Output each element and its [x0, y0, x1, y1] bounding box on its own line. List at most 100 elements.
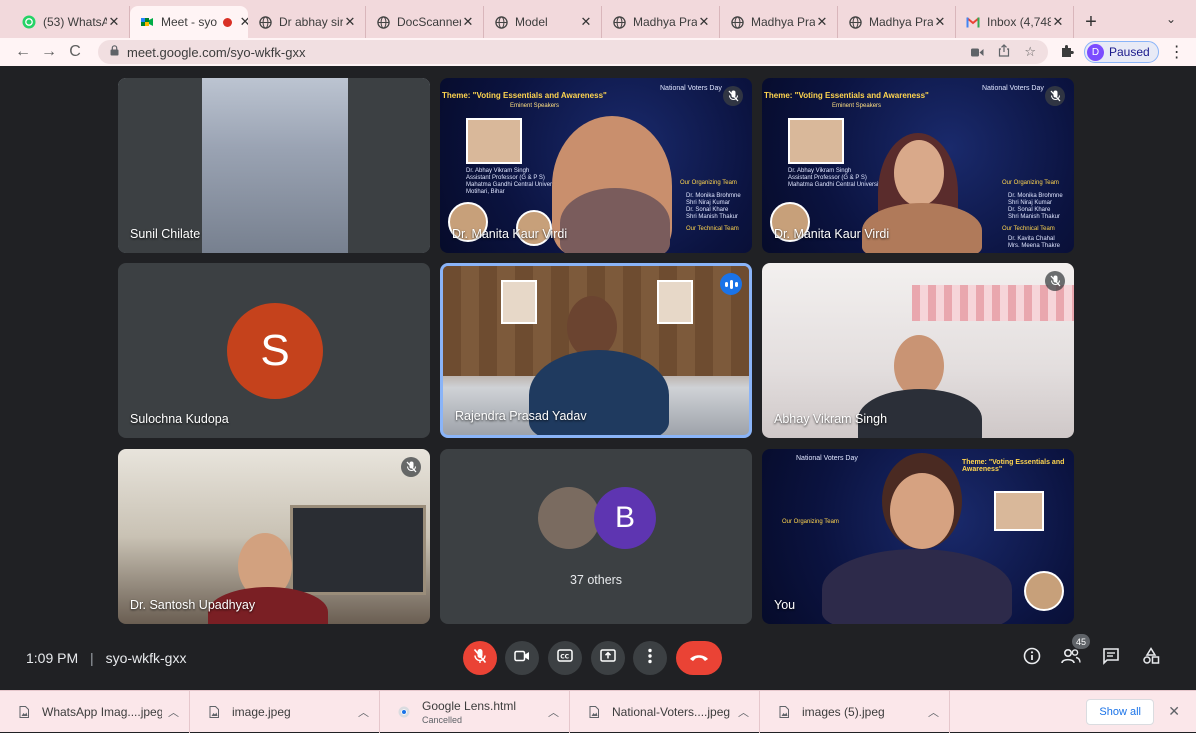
tab-madhya-pradesh-1[interactable]: Madhya Prade ✕	[602, 6, 720, 38]
mic-off-icon	[401, 457, 421, 477]
tab-model[interactable]: Model ✕	[484, 6, 602, 38]
chat-button[interactable]	[1099, 646, 1123, 670]
speaker-photo	[466, 118, 522, 164]
share-icon[interactable]	[998, 44, 1010, 60]
activities-button[interactable]	[1139, 646, 1163, 670]
close-icon[interactable]: ✕	[1051, 14, 1065, 30]
tab-title: Dr abhay sir in	[279, 15, 343, 29]
chevron-up-icon[interactable]: ︿	[928, 704, 939, 720]
close-icon[interactable]: ✕	[815, 14, 829, 30]
participant-avatar: S	[227, 303, 323, 399]
globe-icon	[730, 15, 744, 29]
poster-team-member: Dr. Sonal Khare	[1008, 207, 1051, 213]
camera-toggle-button[interactable]	[505, 641, 539, 675]
close-icon[interactable]: ✕	[461, 14, 475, 30]
people-button[interactable]	[1059, 646, 1083, 670]
chevron-up-icon[interactable]: ︿	[358, 704, 369, 720]
tab-title: Madhya Prade	[869, 15, 933, 29]
tab-title: Inbox (4,748)	[987, 15, 1051, 29]
download-item[interactable]: image.jpeg ︿	[190, 690, 380, 733]
poster-speaker-univ: Mahatma Gandhi Central University	[466, 182, 562, 188]
mic-toggle-button[interactable]	[463, 641, 497, 675]
close-icon[interactable]: ✕	[933, 14, 947, 30]
download-item[interactable]: WhatsApp Imag....jpeg ︿	[0, 690, 190, 733]
new-tab-button[interactable]: +	[1074, 6, 1108, 38]
profile-paused-button[interactable]: D Paused	[1084, 41, 1159, 63]
chevron-up-icon[interactable]: ︿	[168, 704, 179, 720]
poster-team-member: Shri Niraj Kumar	[1008, 200, 1053, 206]
tab-gmail-inbox[interactable]: Inbox (4,748) ✕	[956, 6, 1074, 38]
download-item[interactable]: Google Lens.html Cancelled ︿	[380, 690, 570, 733]
url-text: meet.google.com/syo-wkfk-gxx	[127, 44, 306, 60]
globe-icon	[494, 15, 508, 29]
close-icon[interactable]: ✕	[697, 14, 711, 30]
tab-docscanner[interactable]: DocScanner 2 ✕	[366, 6, 484, 38]
back-icon[interactable]: ←	[10, 43, 36, 61]
call-end-icon	[689, 649, 709, 667]
tab-madhya-pradesh-3[interactable]: Madhya Prade ✕	[838, 6, 956, 38]
browser-tab-strip: (53) WhatsApp ✕ Meet - syo ✕ Dr abhay si…	[0, 0, 1196, 38]
download-item[interactable]: images (5).jpeg ︿	[760, 690, 950, 733]
self-tile[interactable]: National Voters Day Theme: "Voting Essen…	[762, 449, 1074, 624]
closed-captions-icon: CC	[557, 649, 573, 667]
close-icon[interactable]: ✕	[1168, 703, 1180, 720]
participant-tile[interactable]: Sunil Chilate	[118, 78, 430, 253]
meeting-details-button[interactable]	[1020, 646, 1044, 670]
poster-tech-member: Mrs. Meena Thakre	[1008, 243, 1060, 249]
poster-team-member: Dr. Sonal Khare	[686, 207, 729, 213]
tab-dr-abhay[interactable]: Dr abhay sir in ✕	[248, 6, 366, 38]
participant-tile[interactable]: Dr. Santosh Upadhyay	[118, 449, 430, 624]
download-item[interactable]: National-Voters....jpeg ︿	[570, 690, 760, 733]
tab-search-icon[interactable]: ⌄	[1166, 12, 1176, 26]
participant-tile[interactable]: S Sulochna Kudopa	[118, 263, 430, 438]
poster-theme: Theme: "Voting Essentials and Awareness"	[764, 91, 929, 100]
close-icon[interactable]: ✕	[343, 14, 357, 30]
others-tile[interactable]: B 37 others	[440, 449, 752, 624]
speaker-vest	[529, 350, 669, 435]
poster-voters-day: National Voters Day	[796, 455, 858, 462]
people-icon	[1061, 648, 1081, 669]
poster-speaker-role: Assistant Professor (G & P S)	[466, 175, 545, 181]
poster-speaker-univ: Mahatma Gandhi Central University	[788, 182, 884, 188]
chevron-up-icon[interactable]: ︿	[548, 704, 559, 720]
participant-tile-speaking[interactable]: Rajendra Prasad Yadav	[440, 263, 752, 438]
close-icon[interactable]: ✕	[107, 14, 121, 30]
poster-eminent: Eminent Speakers	[510, 103, 560, 109]
whatsapp-icon	[22, 15, 36, 29]
more-vert-icon	[648, 648, 652, 669]
lock-icon[interactable]	[110, 45, 119, 59]
address-bar[interactable]: meet.google.com/syo-wkfk-gxx ☆	[98, 40, 1048, 64]
tab-whatsapp[interactable]: (53) WhatsApp ✕	[12, 6, 130, 38]
extensions-puzzle-icon[interactable]	[1060, 44, 1074, 61]
participant-tile[interactable]: Theme: "Voting Essentials and Awareness"…	[440, 78, 752, 253]
participant-name: Sunil Chilate	[130, 227, 201, 241]
tab-madhya-pradesh-2[interactable]: Madhya Prade ✕	[720, 6, 838, 38]
mic-off-icon	[401, 86, 421, 106]
poster-team-member: Shri Manish Thakur	[1008, 214, 1060, 220]
browser-menu-icon[interactable]: ⋮	[1169, 42, 1185, 62]
tab-meet[interactable]: Meet - syo ✕	[130, 6, 248, 38]
tab-title: Meet - syo	[161, 15, 218, 29]
download-filename: National-Voters....jpeg	[612, 704, 731, 719]
bookmark-star-icon[interactable]: ☆	[1024, 44, 1036, 60]
participant-tile[interactable]: Abhay Vikram Singh	[762, 263, 1074, 438]
reload-icon[interactable]: C	[62, 43, 88, 61]
speaker-face	[894, 140, 944, 206]
camera-in-use-icon[interactable]	[971, 45, 984, 60]
image-file-icon	[778, 705, 790, 719]
participant-tile[interactable]: Theme: "Voting Essentials and Awareness"…	[762, 78, 1074, 253]
leave-call-button[interactable]	[676, 641, 722, 675]
poster-theme: Theme: "Voting Essentials and Awareness"	[442, 91, 607, 100]
chevron-up-icon[interactable]: ︿	[738, 704, 749, 720]
close-icon[interactable]: ✕	[238, 14, 248, 30]
forward-icon[interactable]: →	[36, 43, 62, 61]
poster-theme: Theme: "Voting Essentials and Awareness"	[962, 459, 1065, 473]
participant-photo-avatar	[538, 487, 600, 549]
captions-button[interactable]: CC	[548, 641, 582, 675]
close-icon[interactable]: ✕	[579, 14, 593, 30]
show-all-downloads-button[interactable]: Show all	[1086, 699, 1154, 725]
poster-technical: Our Technical Team	[1002, 226, 1055, 232]
present-screen-button[interactable]	[591, 641, 625, 675]
more-options-button[interactable]	[633, 641, 667, 675]
chrome-file-icon	[398, 705, 410, 719]
